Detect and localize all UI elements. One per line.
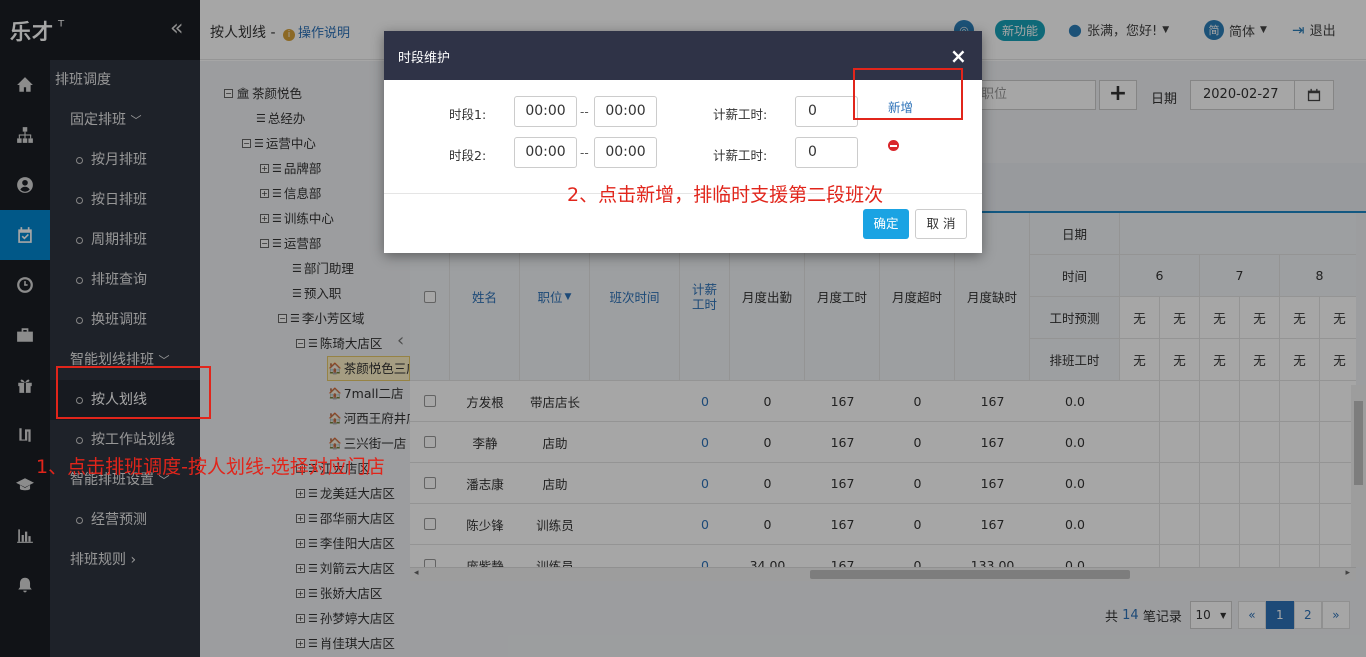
- period1-start-input[interactable]: 00:00: [514, 96, 577, 127]
- remove-period-icon[interactable]: [888, 140, 899, 151]
- period1-label: 时段1:: [449, 107, 487, 122]
- pay-hours-label-1: 计薪工时:: [713, 107, 768, 122]
- period1-separator: --: [580, 105, 589, 119]
- confirm-button[interactable]: 确定: [863, 209, 909, 239]
- highlight-add-box: [853, 68, 963, 120]
- cancel-button[interactable]: 取 消: [915, 209, 967, 239]
- annotation-step1: 1、点击排班调度-按人划线-选择对应门店: [36, 456, 385, 478]
- pay-hours-label-2: 计薪工时:: [713, 148, 768, 163]
- pay-hours-input-1[interactable]: 0: [795, 96, 858, 127]
- annotation-step2: 2、点击新增，排临时支援第二段班次: [567, 184, 884, 206]
- period2-separator: --: [580, 146, 589, 160]
- dialog-title: 时段维护: [398, 51, 451, 66]
- period2-start-input[interactable]: 00:00: [514, 137, 577, 168]
- period1-end-input[interactable]: 00:00: [594, 96, 657, 127]
- pay-hours-input-2[interactable]: 0: [795, 137, 858, 168]
- period2-end-input[interactable]: 00:00: [594, 137, 657, 168]
- highlight-nav-box: [56, 366, 211, 419]
- period2-label: 时段2:: [449, 148, 487, 163]
- close-icon[interactable]: ×: [950, 44, 967, 68]
